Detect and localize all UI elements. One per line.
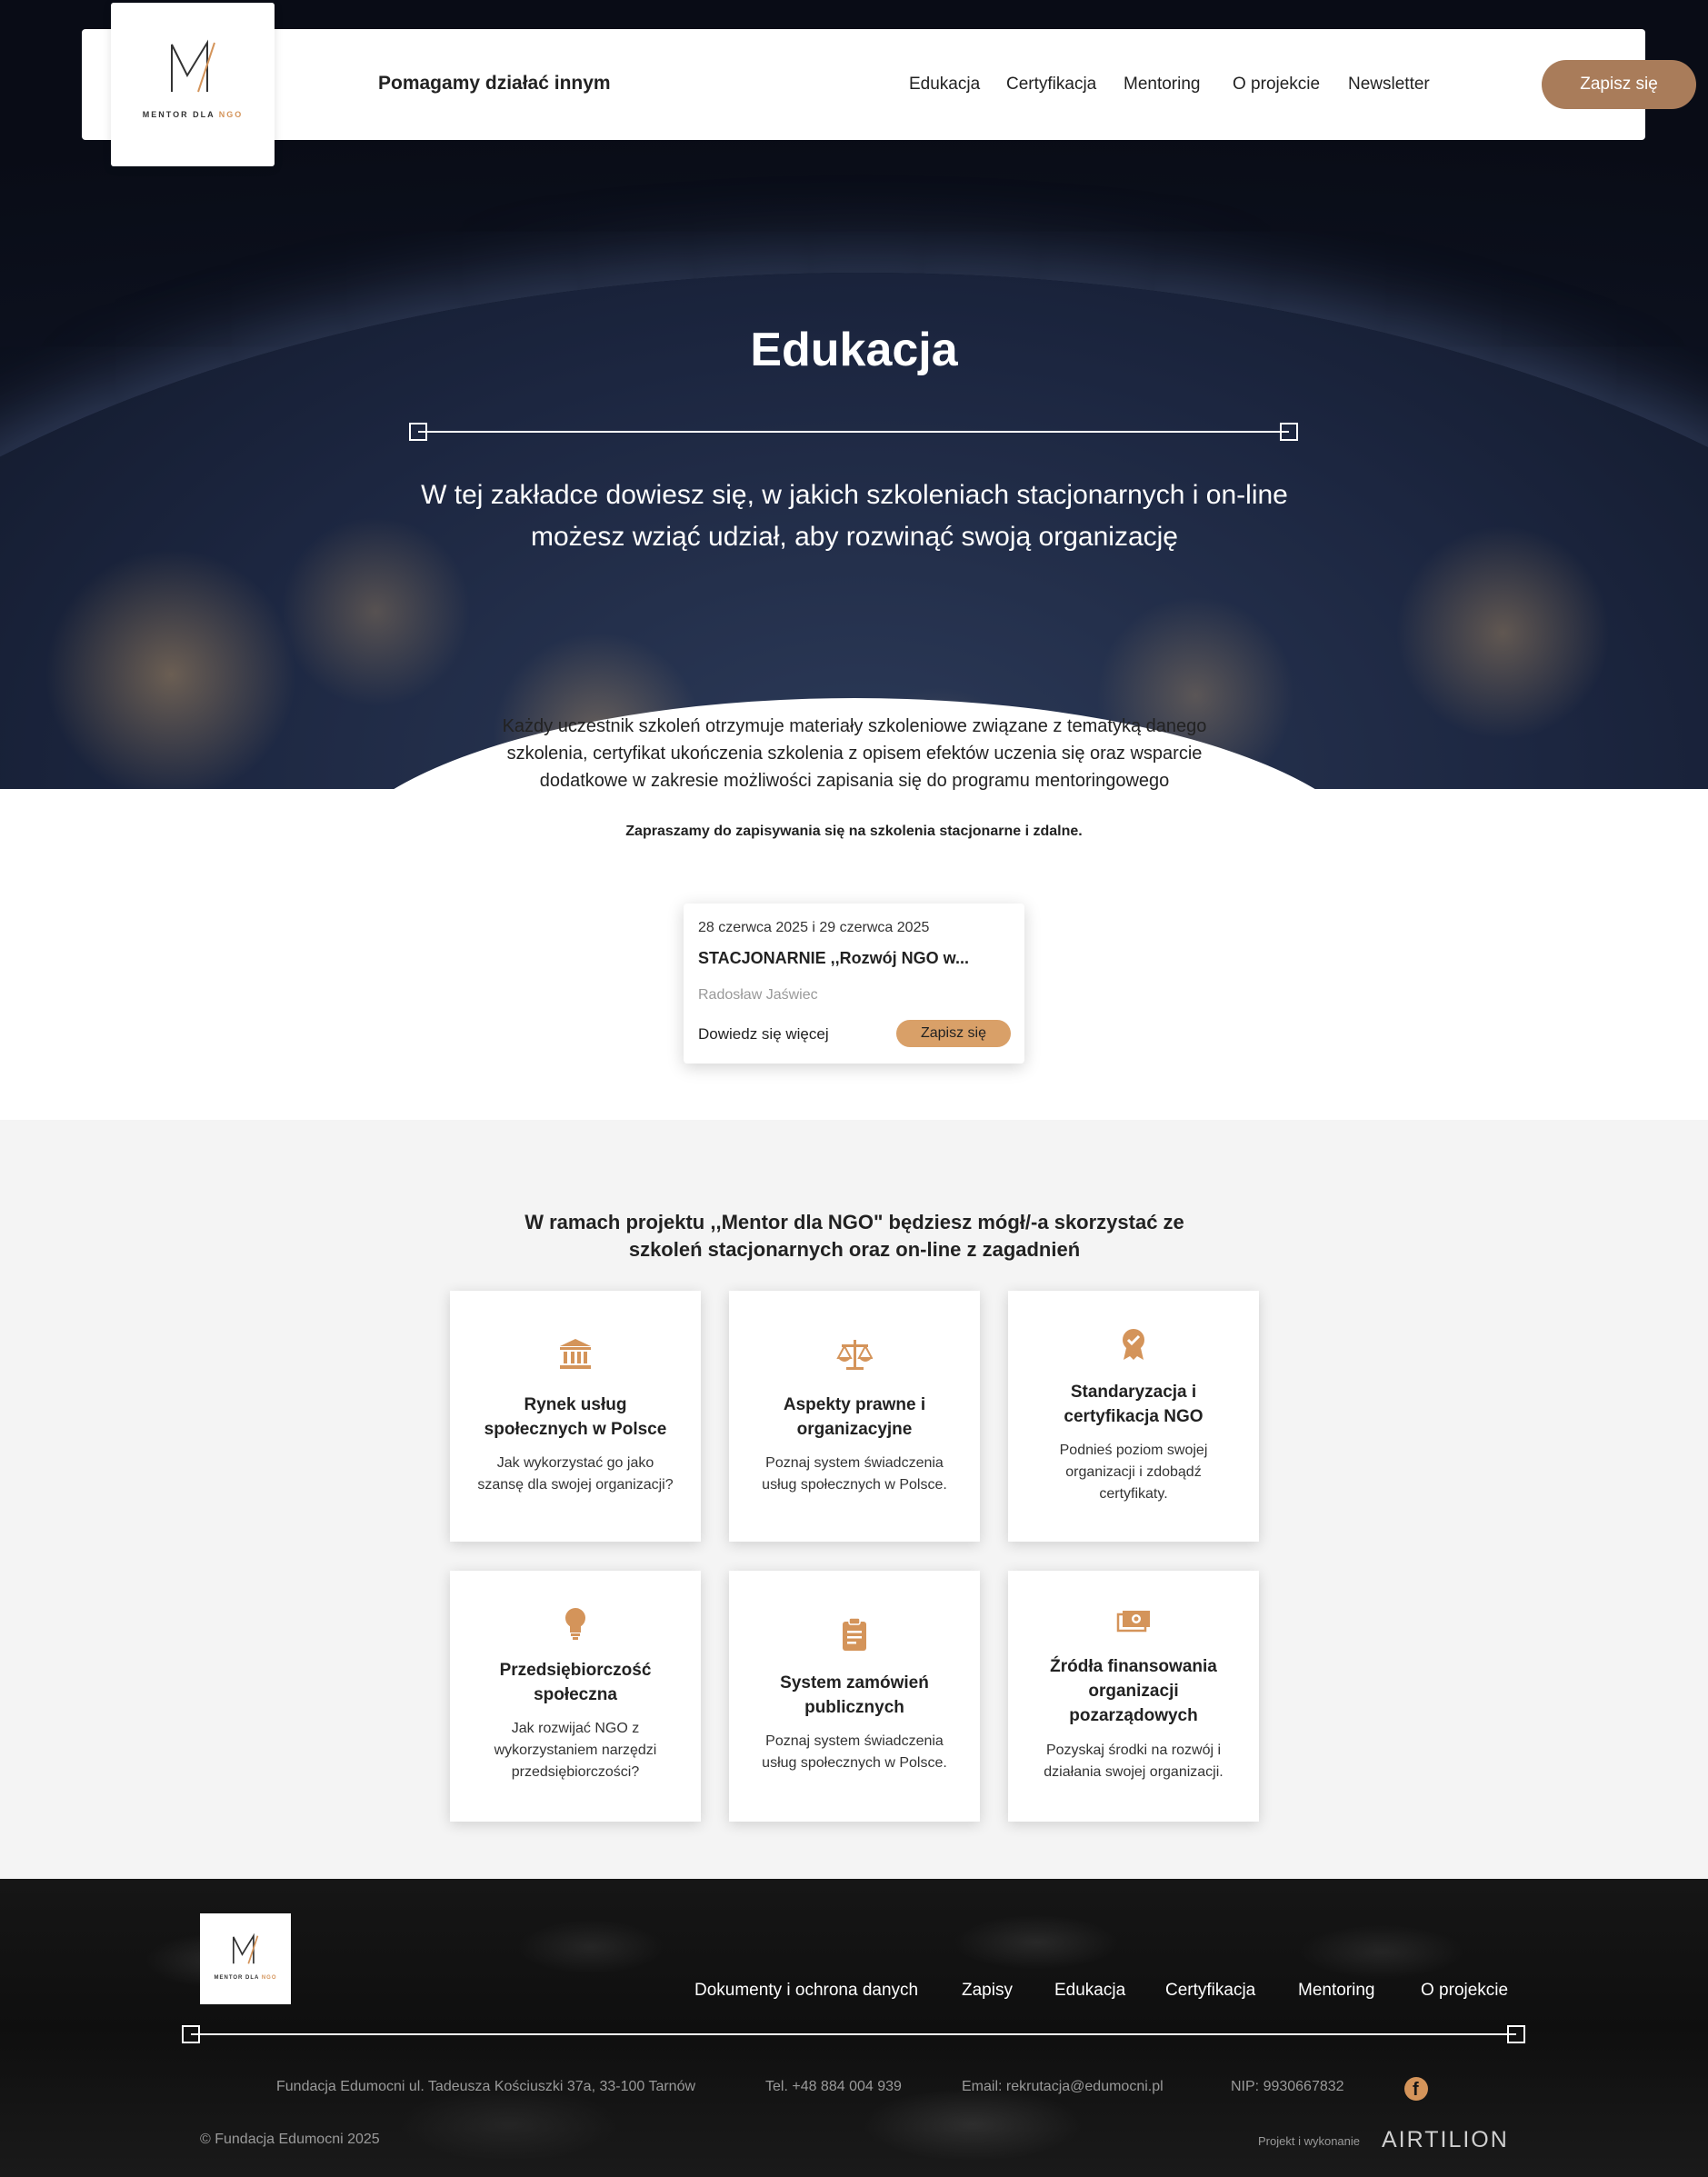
footer-logo[interactable]: MENTOR DLA NGO xyxy=(200,1913,291,2004)
money-icon xyxy=(1116,1611,1150,1633)
footer-logo-text-main: MENTOR DLA xyxy=(214,1975,260,1981)
logo-text-main: MENTOR DLA xyxy=(142,110,215,119)
course-signup-button[interactable]: Zapisz się xyxy=(896,1020,1011,1047)
hero-subtitle: W tej zakładce dowiesz się, w jakich szk… xyxy=(421,480,1288,552)
topic-title: Źródła finansowania organizacji pozarząd… xyxy=(1050,1657,1217,1725)
page-title: Edukacja xyxy=(750,324,958,376)
course-card[interactable]: 28 czerwca 2025 i 29 czerwca 2025 STACJO… xyxy=(684,904,1024,1064)
topic-title: Przedsiębiorczość społeczna xyxy=(499,1661,652,1704)
footer-email[interactable]: Email: rekrutacja@edumocni.pl xyxy=(962,2079,1164,2095)
site-footer: MENTOR DLA NGO Dokumenty i ochrona danyc… xyxy=(0,1879,1708,2177)
topic-card: Przedsiębiorczość społeczna Jak rozwijać… xyxy=(450,1571,701,1822)
logo-text: MENTOR DLA NGO xyxy=(111,110,275,119)
topic-card: System zamówień publicznych Poznaj syste… xyxy=(729,1571,980,1822)
invite-text: Zapraszamy do zapisywania się na szkolen… xyxy=(625,824,1083,839)
topic-desc: Poznaj system świadczenia usług społeczn… xyxy=(762,1455,947,1493)
course-date: 28 czerwca 2025 i 29 czerwca 2025 xyxy=(698,920,930,935)
credit-text: Projekt i wykonanie xyxy=(1258,2134,1360,2148)
nav-edukacja[interactable]: Edukacja xyxy=(909,75,980,95)
footer-nav-zapisy[interactable]: Zapisy xyxy=(962,1981,1013,2001)
footer-nav-mentoring[interactable]: Mentoring xyxy=(1298,1981,1375,2001)
tagline: Pomagamy działać innym xyxy=(378,73,611,94)
footer-nav-certyfikacja[interactable]: Certyfikacja xyxy=(1165,1981,1255,2001)
topic-card: Standaryzacja i certyfikacja NGO Podnieś… xyxy=(1008,1291,1259,1542)
divider-square-left xyxy=(409,423,427,441)
topic-title: System zamówień publicznych xyxy=(780,1673,929,1717)
footer-address: Fundacja Edumocni ul. Tadeusza Kościuszk… xyxy=(276,2079,696,2094)
footer-phone[interactable]: Tel. +48 884 004 939 xyxy=(765,2079,902,2095)
signup-button[interactable]: Zapisz się xyxy=(1542,60,1696,109)
site-header: Pomagamy działać innym Edukacja Certyfik… xyxy=(82,29,1696,140)
topic-title: Standaryzacja i certyfikacja NGO xyxy=(1064,1383,1204,1426)
topics-section: W ramach projektu ,,Mentor dla NGO" będz… xyxy=(0,1120,1708,1879)
topic-title: Rynek usług społecznych w Polsce xyxy=(484,1395,667,1439)
footer-logo-text: MENTOR DLA NGO xyxy=(200,1975,291,1981)
footer-divider-square-left xyxy=(182,2025,200,2043)
nav-o-projekcie[interactable]: O projekcie xyxy=(1233,75,1320,95)
topics-title: W ramach projektu ,,Mentor dla NGO" będz… xyxy=(524,1211,1184,1261)
topic-desc: Jak wykorzystać go jako szansę dla swoje… xyxy=(477,1455,674,1493)
footer-nav-edukacja[interactable]: Edukacja xyxy=(1054,1981,1125,2001)
footer-divider xyxy=(182,2025,1525,2043)
award-icon xyxy=(1123,1329,1144,1360)
course-author: Radosław Jaświec xyxy=(698,987,818,1003)
topic-desc: Pozyskaj środki na rozwój i działania sw… xyxy=(1044,1743,1224,1780)
facebook-glyph: f xyxy=(1413,2080,1419,2100)
topic-title: Aspekty prawne i organizacyjne xyxy=(783,1395,926,1439)
footer-nav-o-projekcie[interactable]: O projekcie xyxy=(1421,1981,1508,2001)
course-more-link[interactable]: Dowiedz się więcej xyxy=(698,1025,829,1044)
topic-card: Źródła finansowania organizacji pozarząd… xyxy=(1008,1571,1259,1822)
scales-icon xyxy=(836,1340,873,1370)
footer-nav-dokumenty[interactable]: Dokumenty i ochrona danych xyxy=(694,1981,918,2001)
nav-newsletter[interactable]: Newsletter xyxy=(1348,75,1430,95)
topic-card: Aspekty prawne i organizacyjne Poznaj sy… xyxy=(729,1291,980,1542)
logo-text-accent: NGO xyxy=(218,110,244,119)
logo-mark-icon xyxy=(171,39,215,93)
footer-logo-mark-icon xyxy=(232,1933,259,1964)
lightbulb-icon xyxy=(565,1608,585,1640)
site-logo[interactable]: MENTOR DLA NGO xyxy=(111,3,275,166)
topic-desc: Poznaj system świadczenia usług społeczn… xyxy=(762,1733,947,1771)
topic-desc: Podnieś poziom swojej organizacji i zdob… xyxy=(1059,1443,1208,1502)
divider-square-right xyxy=(1280,423,1298,441)
facebook-icon[interactable]: f xyxy=(1404,2077,1428,2101)
nav-mentoring[interactable]: Mentoring xyxy=(1124,75,1201,95)
clipboard-icon xyxy=(843,1617,866,1651)
nav-certyfikacja[interactable]: Certyfikacja xyxy=(1006,75,1096,95)
topic-desc: Jak rozwijać NGO z wykorzystaniem narzęd… xyxy=(494,1721,657,1780)
hero-divider xyxy=(409,423,1298,441)
course-title[interactable]: STACJONARNIE ,,Rozwój NGO w... xyxy=(698,949,969,968)
copyright: © Fundacja Edumocni 2025 xyxy=(200,2132,380,2147)
hero-info-text: Każdy uczestnik szkoleń otrzymuje materi… xyxy=(502,716,1207,791)
credit-brand-logo[interactable]: AIRTILION xyxy=(1382,2127,1509,2153)
footer-divider-square-right xyxy=(1507,2025,1525,2043)
footer-logo-text-accent: NGO xyxy=(261,1975,277,1981)
bank-icon xyxy=(560,1339,591,1369)
footer-nip: NIP: 9930667832 xyxy=(1231,2079,1344,2094)
topic-card: Rynek usług społecznych w Polsce Jak wyk… xyxy=(450,1291,701,1542)
